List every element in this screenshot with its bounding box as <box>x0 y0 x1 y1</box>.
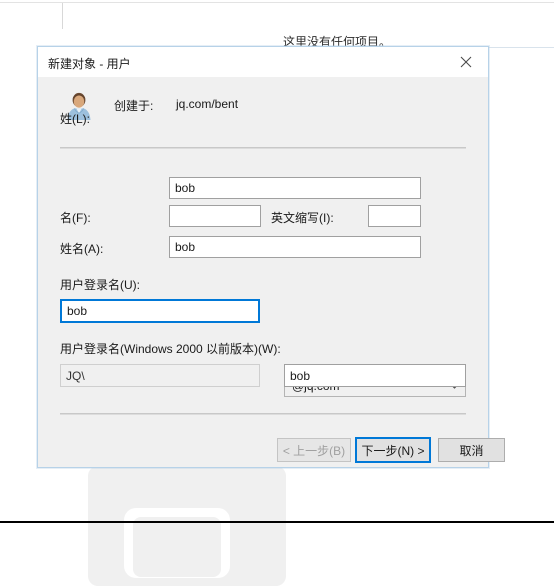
logon-name-input[interactable] <box>60 299 260 323</box>
last-name-label: 名(F): <box>60 211 91 225</box>
last-name-input[interactable] <box>169 205 261 227</box>
downlevel-domain-input[interactable] <box>60 364 260 387</box>
dialog-titlebar: 新建对象 - 用户 <box>38 47 488 77</box>
dialog-body: 创建于: jq.com/bent 姓(L): 名(F): 英文缩写(I): 姓名… <box>38 77 505 467</box>
dialog-title: 新建对象 - 用户 <box>48 57 131 71</box>
initials-label: 英文缩写(I): <box>271 211 334 225</box>
back-button[interactable]: < 上一步(B) <box>277 438 351 462</box>
separator-top <box>60 147 466 149</box>
first-name-label: 姓(L): <box>60 112 91 126</box>
full-name-label: 姓名(A): <box>60 242 104 256</box>
next-button[interactable]: 下一步(N) > <box>356 438 430 462</box>
downlevel-logon-label: 用户登录名(Windows 2000 以前版本)(W): <box>60 342 281 356</box>
background-top-rule <box>0 2 554 3</box>
background-watermark-inner-2 <box>133 517 221 577</box>
cancel-button[interactable]: 取消 <box>438 438 505 462</box>
first-name-input[interactable] <box>169 177 421 199</box>
initials-input[interactable] <box>368 205 421 227</box>
created-in-label: 创建于: <box>114 99 154 113</box>
separator-bottom <box>60 413 466 415</box>
identity-row: 创建于: jq.com/bent <box>38 77 488 147</box>
logon-name-label: 用户登录名(U): <box>60 278 140 292</box>
close-icon[interactable] <box>444 47 488 77</box>
background-vertical-divider <box>62 3 63 29</box>
new-user-dialog: 新建对象 - 用户 创建于: jq.com/bent 姓(L): bob 名(F… <box>37 46 505 468</box>
downlevel-name-input[interactable] <box>284 364 466 387</box>
created-in-value: jq.com/bent <box>176 97 239 111</box>
full-name-input[interactable] <box>169 236 421 258</box>
